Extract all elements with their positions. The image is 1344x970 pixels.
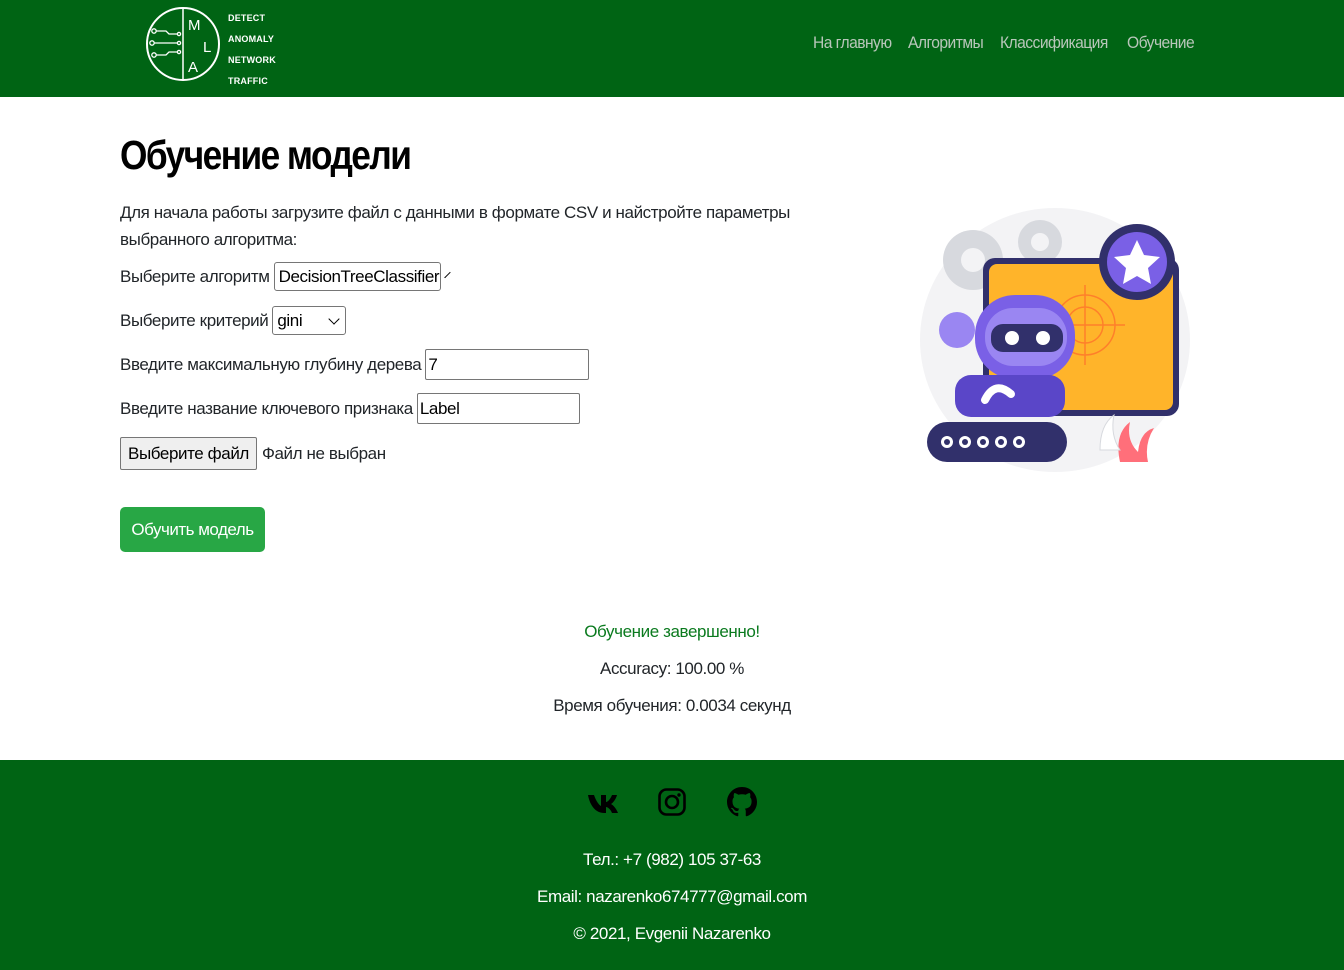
vk-icon[interactable] xyxy=(587,787,618,817)
intro-text: Для начала работы загрузите файл с данны… xyxy=(120,203,790,249)
chevron-down-icon xyxy=(328,312,341,325)
training-status-message: Обучение завершенно! xyxy=(584,622,760,641)
logo-word-traffic: TRAFFIC xyxy=(228,76,268,86)
key-feature-label: Введите название ключевого признака xyxy=(120,398,413,418)
logo-letter-l: L xyxy=(203,39,211,56)
footer-email[interactable]: Email: nazarenko674777@gmail.com xyxy=(0,887,1344,907)
criterion-select[interactable]: gini xyxy=(272,306,347,335)
choose-file-button[interactable]: Выберите файл xyxy=(120,437,257,470)
page-title: Обучение модели xyxy=(120,132,412,178)
criterion-row: Выберите критерий gini xyxy=(120,306,347,335)
mla-logo-icon: M L A xyxy=(146,7,220,81)
algorithm-select[interactable]: DecisionTreeClassifier xyxy=(273,262,451,291)
max-depth-input[interactable]: 7 xyxy=(425,349,590,380)
github-icon[interactable] xyxy=(727,787,757,817)
train-model-button[interactable]: Обучить модель xyxy=(120,507,265,552)
logo-letter-m: M xyxy=(188,17,201,34)
logo-word-network: NETWORK xyxy=(228,55,276,65)
nav-link-algorithms[interactable]: Алгоритмы xyxy=(908,33,984,53)
max-depth-row: Введите максимальную глубину дерева 7 xyxy=(120,349,590,380)
algorithm-label: Выберите алгоритм xyxy=(120,266,270,286)
logo-word-anomaly: ANOMALY xyxy=(228,34,275,44)
site-footer: Тел.: +7 (982) 105 37-63 Email: nazarenk… xyxy=(0,760,1344,970)
criterion-label: Выберите критерий xyxy=(120,310,269,330)
chevron-down-icon xyxy=(444,271,451,278)
nav-link-home[interactable]: На главную xyxy=(813,33,892,53)
nav-link-training[interactable]: Обучение xyxy=(1127,33,1195,53)
top-navbar: M L A DETECT ANOMALY NETWORK TRAFFIC На … xyxy=(0,0,1344,97)
max-depth-label: Введите максимальную глубину дерева xyxy=(120,354,422,374)
nav-link-classification[interactable]: Классификация xyxy=(1000,33,1108,53)
site-logo[interactable]: M L A DETECT ANOMALY NETWORK TRAFFIC xyxy=(144,5,294,86)
algorithm-select-value: DecisionTreeClassifier xyxy=(278,266,440,286)
algorithm-row: Выберите алгоритм DecisionTreeClassifier xyxy=(120,262,451,291)
key-feature-row: Введите название ключевого признака Labe… xyxy=(120,393,580,424)
file-status-text: Файл не выбран xyxy=(261,443,386,463)
footer-phone: Тел.: +7 (982) 105 37-63 xyxy=(583,850,761,869)
accuracy-text: Accuracy: 100.00 % xyxy=(600,659,744,678)
footer-copyright: © 2021, Evgenii Nazarenko xyxy=(573,924,771,943)
training-time-text: Время обучения: 0.0034 секунд xyxy=(553,696,791,715)
instagram-icon[interactable] xyxy=(657,787,687,817)
robot-illustration xyxy=(920,208,1190,472)
social-links xyxy=(0,787,1344,817)
logo-word-detect: DETECT xyxy=(228,13,266,23)
logo-letter-a: A xyxy=(188,59,198,76)
criterion-select-value: gini xyxy=(277,310,303,330)
main-nav: На главную Алгоритмы Классификация Обуче… xyxy=(813,33,1200,53)
file-row: Выберите файл Файл не выбран xyxy=(120,437,386,470)
logo-wordmark: DETECT ANOMALY NETWORK TRAFFIC xyxy=(228,8,276,92)
key-feature-input[interactable]: Label xyxy=(416,393,580,424)
